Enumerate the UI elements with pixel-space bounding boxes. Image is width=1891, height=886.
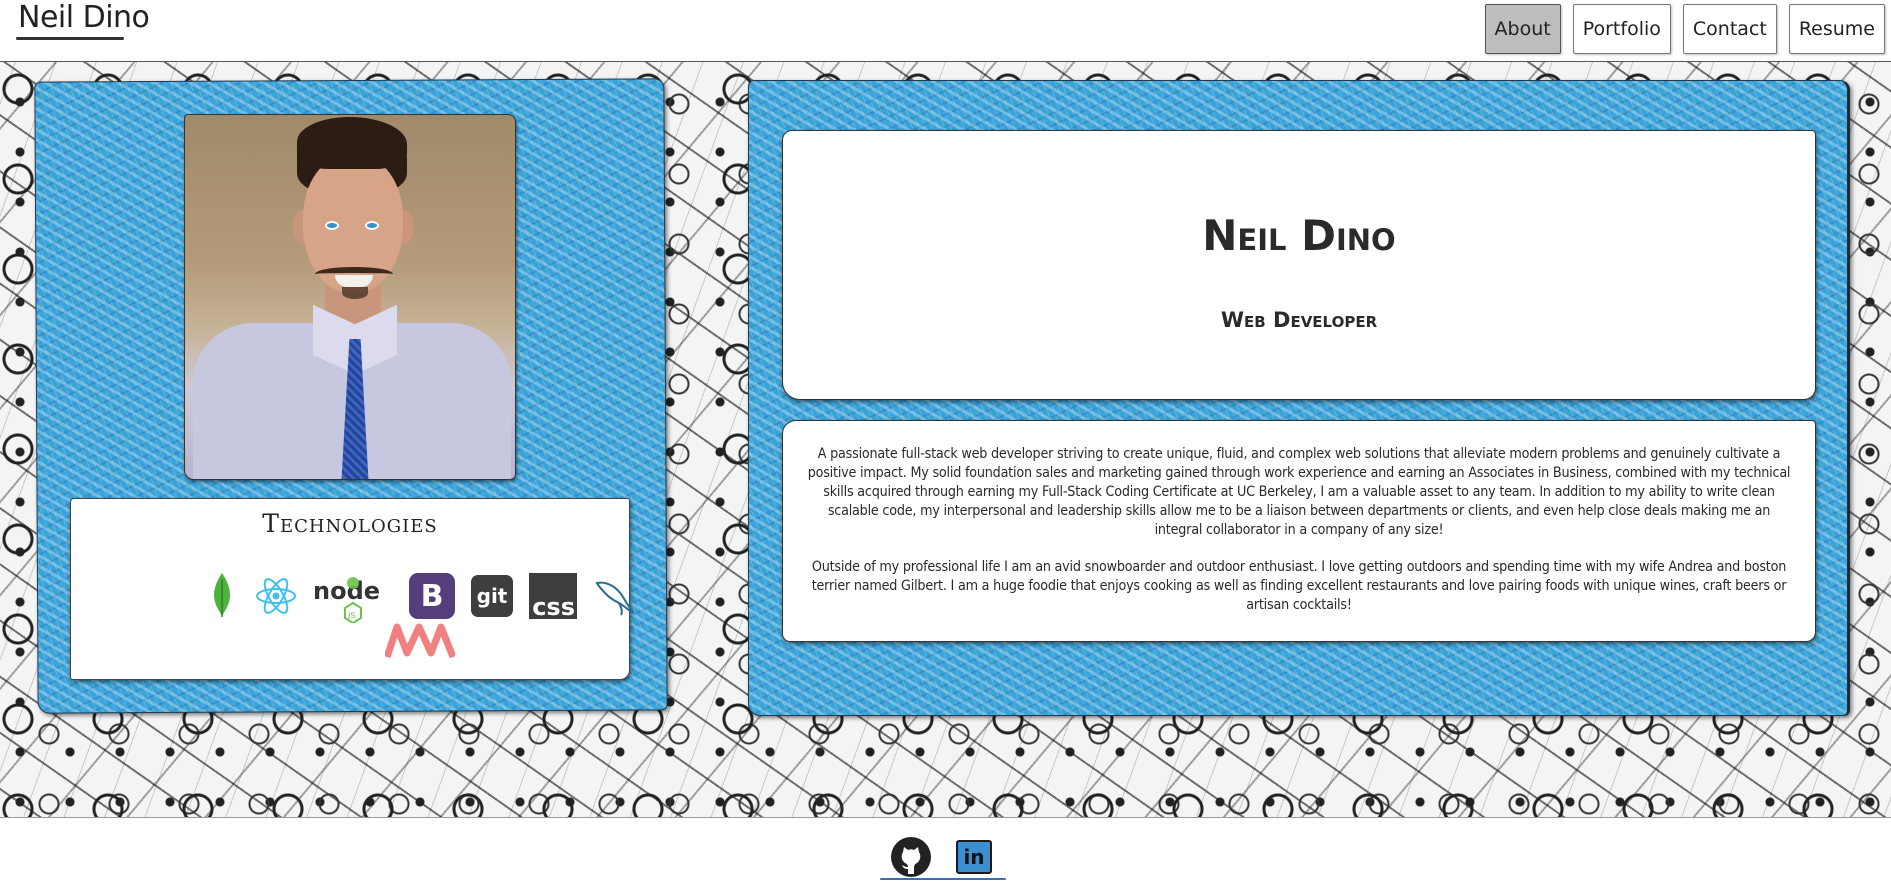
bio-paragraph-2: Outside of my professional life I am an … [811,559,1787,613]
git-label: git [476,584,508,608]
bio-paragraph-1: A passionate full-stack web developer st… [807,446,1791,538]
react-icon [255,577,297,615]
linkedin-label: in [963,845,985,869]
git-icon: git [471,575,513,617]
svg-text:JS: JS [347,611,355,620]
technologies-card: Technologies node JS B git css [70,498,634,680]
technologies-list: node JS B git css [137,573,634,663]
nav-resume-button[interactable]: Resume [1788,4,1885,54]
main-nav: About Portfolio Contact Resume [1484,4,1885,54]
linkedin-link[interactable]: in [956,840,992,874]
nav-portfolio-button[interactable]: Portfolio [1572,4,1671,54]
brand-logo[interactable]: Neil Dino [16,0,151,38]
nodejs-icon: node JS [313,573,391,623]
bio-card: A passionate full-stack web developer st… [782,420,1816,642]
intro-role: Web Developer [1220,308,1378,332]
nav-about-button[interactable]: About [1484,4,1561,54]
bootstrap-label: B [420,578,444,614]
linkedin-icon: in [956,840,992,874]
technologies-title: Technologies [262,509,438,538]
css-icon: css [529,573,577,619]
github-link[interactable] [890,836,932,883]
bootstrap-icon: B [409,573,455,619]
profile-photo [184,114,516,480]
footer-underline [880,878,1006,880]
nav-contact-button[interactable]: Contact [1682,4,1777,54]
intro-card: Neil Dino Web Developer [782,130,1816,400]
mongodb-icon [207,573,237,617]
brand-underline [16,37,124,40]
site-footer: in [0,818,1891,886]
mysql-icon [593,575,635,617]
mongoose-icon [385,623,455,659]
css-label: css [532,593,575,621]
intro-name: Neil Dino [1202,211,1396,260]
site-header: Neil Dino About Portfolio Contact Resume [0,0,1891,62]
